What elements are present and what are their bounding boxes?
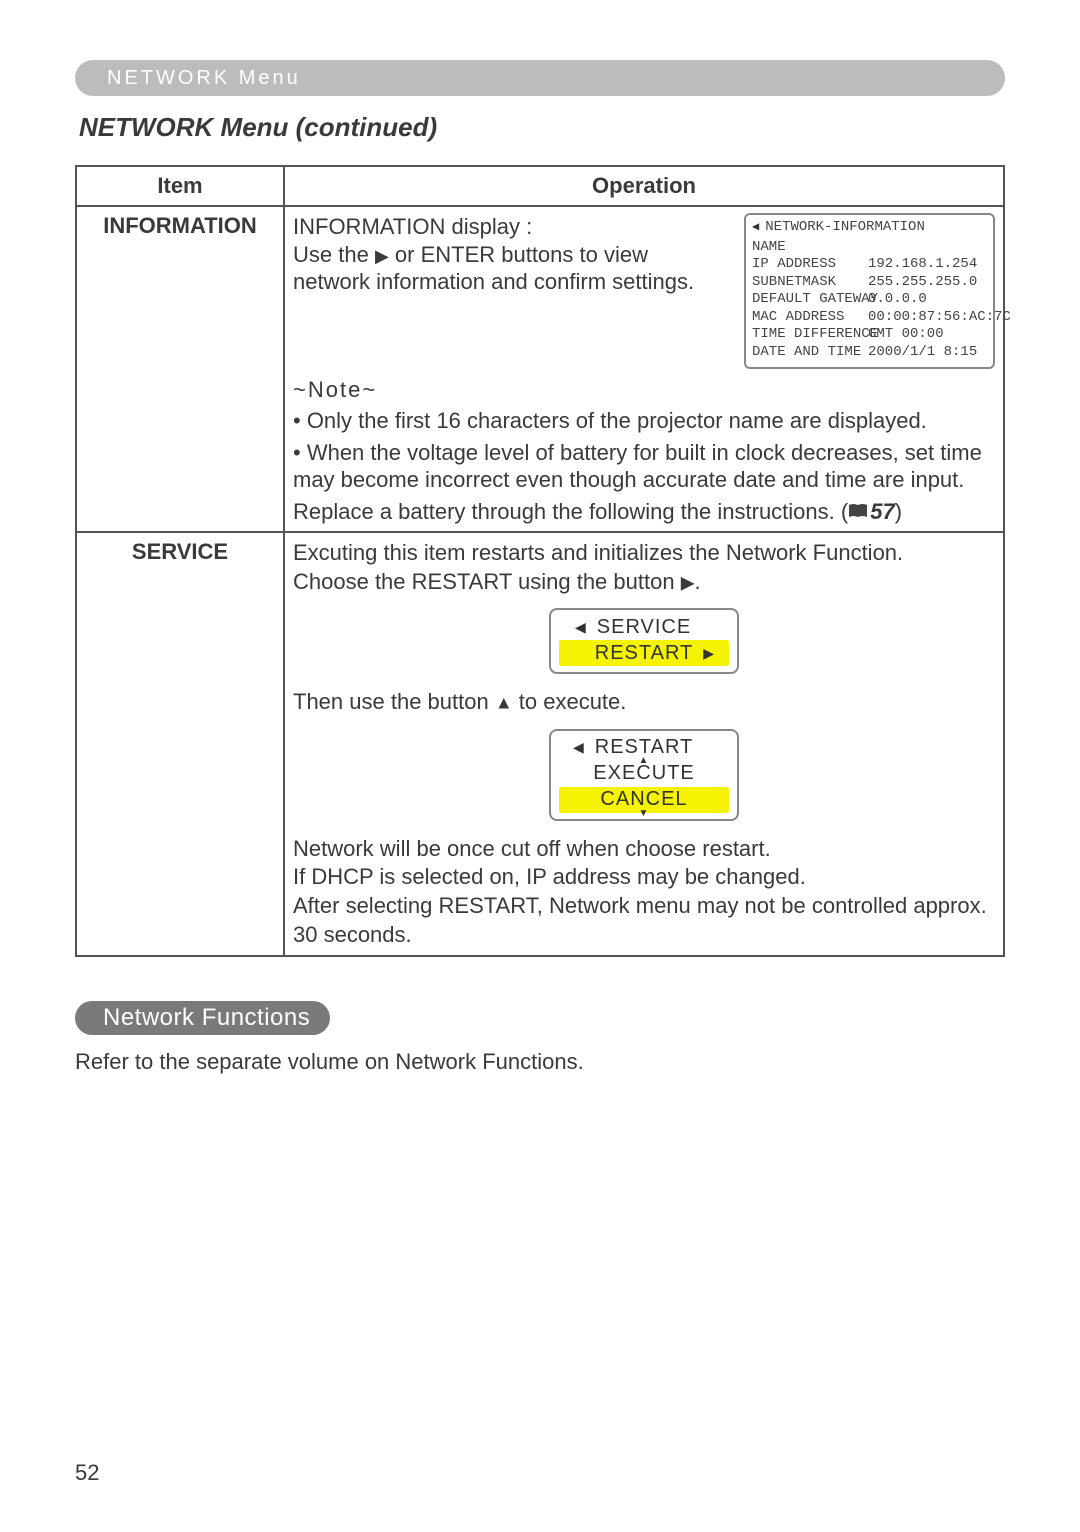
up-triangle-icon: ▲: [495, 693, 513, 713]
right-triangle-icon: ▶: [681, 572, 695, 592]
osd-val: 192.168.1.254: [868, 256, 1011, 274]
service-p1: Excuting this item restarts and initiali…: [293, 539, 995, 568]
header-pill: NETWORK Menu: [75, 60, 1005, 96]
row-label-information: INFORMATION: [76, 206, 284, 532]
service-osd-1: ◀ SERVICE ▶ ◀ RESTART ▶: [549, 608, 739, 674]
down-triangle-icon: ▼: [639, 808, 650, 819]
right-triangle-icon: ▶: [375, 245, 389, 265]
osd-key: SUBNETMASK: [752, 274, 862, 292]
service-p2: Choose the RESTART using the button ▶.: [293, 568, 995, 597]
left-triangle-icon: ◀: [573, 739, 585, 756]
osd-key: MAC ADDRESS: [752, 309, 862, 327]
info-line1: INFORMATION display :: [293, 213, 726, 241]
osd-key: NAME: [752, 239, 862, 257]
row-operation-information: INFORMATION display : Use the ▶ or ENTER…: [284, 206, 1004, 532]
osd-val: 2000/1/1 8:15: [868, 344, 1011, 362]
note-text-2: • When the voltage level of battery for …: [293, 439, 995, 494]
right-triangle-icon: ▶: [703, 645, 715, 662]
up-triangle-icon: ▲: [639, 755, 650, 766]
section-title: NETWORK Menu (continued): [79, 112, 1005, 143]
left-triangle-icon: ◀: [752, 220, 759, 235]
info-line2: Use the ▶ or ENTER buttons to view: [293, 241, 726, 269]
note-heading: ~Note~: [293, 377, 995, 403]
service-p4: Network will be once cut off when choose…: [293, 835, 995, 864]
service-p3: Then use the button ▲ to execute.: [293, 688, 995, 717]
row-label-service: SERVICE: [76, 532, 284, 956]
table-header-operation: Operation: [284, 166, 1004, 206]
page-number: 52: [75, 1460, 99, 1486]
osd-key: TIME DIFFERENCE: [752, 326, 862, 344]
osd-key: IP ADDRESS: [752, 256, 862, 274]
network-functions-heading: Network Functions: [75, 1001, 330, 1035]
book-icon: [848, 498, 868, 526]
page-ref: 57: [848, 498, 894, 526]
header-pill-text: NETWORK Menu: [107, 67, 301, 90]
info-line3: network information and confirm settings…: [293, 268, 726, 296]
table-row: INFORMATION INFORMATION display : Use th…: [76, 206, 1004, 532]
note-text-3: Replace a battery through the following …: [293, 498, 995, 526]
menu-table: Item Operation INFORMATION INFORMATION d…: [75, 165, 1005, 957]
osd-title: NETWORK-INFORMATION: [765, 219, 925, 237]
osd-key: DEFAULT GATEWAY: [752, 291, 862, 309]
osd-val: 255.255.255.0: [868, 274, 1011, 292]
service-osd-2: ◀ RESTART ▶ ▲ EXECUTE CANCEL ▼: [549, 729, 739, 821]
table-header-item: Item: [76, 166, 284, 206]
service-p6: After selecting RESTART, Network menu ma…: [293, 892, 995, 949]
osd-val: [868, 239, 1011, 257]
network-functions-text: Refer to the separate volume on Network …: [75, 1049, 1005, 1075]
osd-key: DATE AND TIME: [752, 344, 862, 362]
table-row: SERVICE Excuting this item restarts and …: [76, 532, 1004, 956]
row-operation-service: Excuting this item restarts and initiali…: [284, 532, 1004, 956]
osd-val: 00:00:87:56:AC:7C: [868, 309, 1011, 327]
osd-val: 0.0.0.0: [868, 291, 1011, 309]
network-information-osd: ◀ NETWORK-INFORMATION NAME IP ADDRESS192…: [744, 213, 995, 369]
note-text-1: • Only the first 16 characters of the pr…: [293, 407, 995, 435]
osd-item-highlight: RESTART: [595, 642, 694, 665]
osd-val: GMT 00:00: [868, 326, 1011, 344]
left-triangle-icon: ◀: [575, 619, 587, 636]
osd-item: SERVICE: [597, 616, 691, 639]
service-p5: If DHCP is selected on, IP address may b…: [293, 863, 995, 892]
